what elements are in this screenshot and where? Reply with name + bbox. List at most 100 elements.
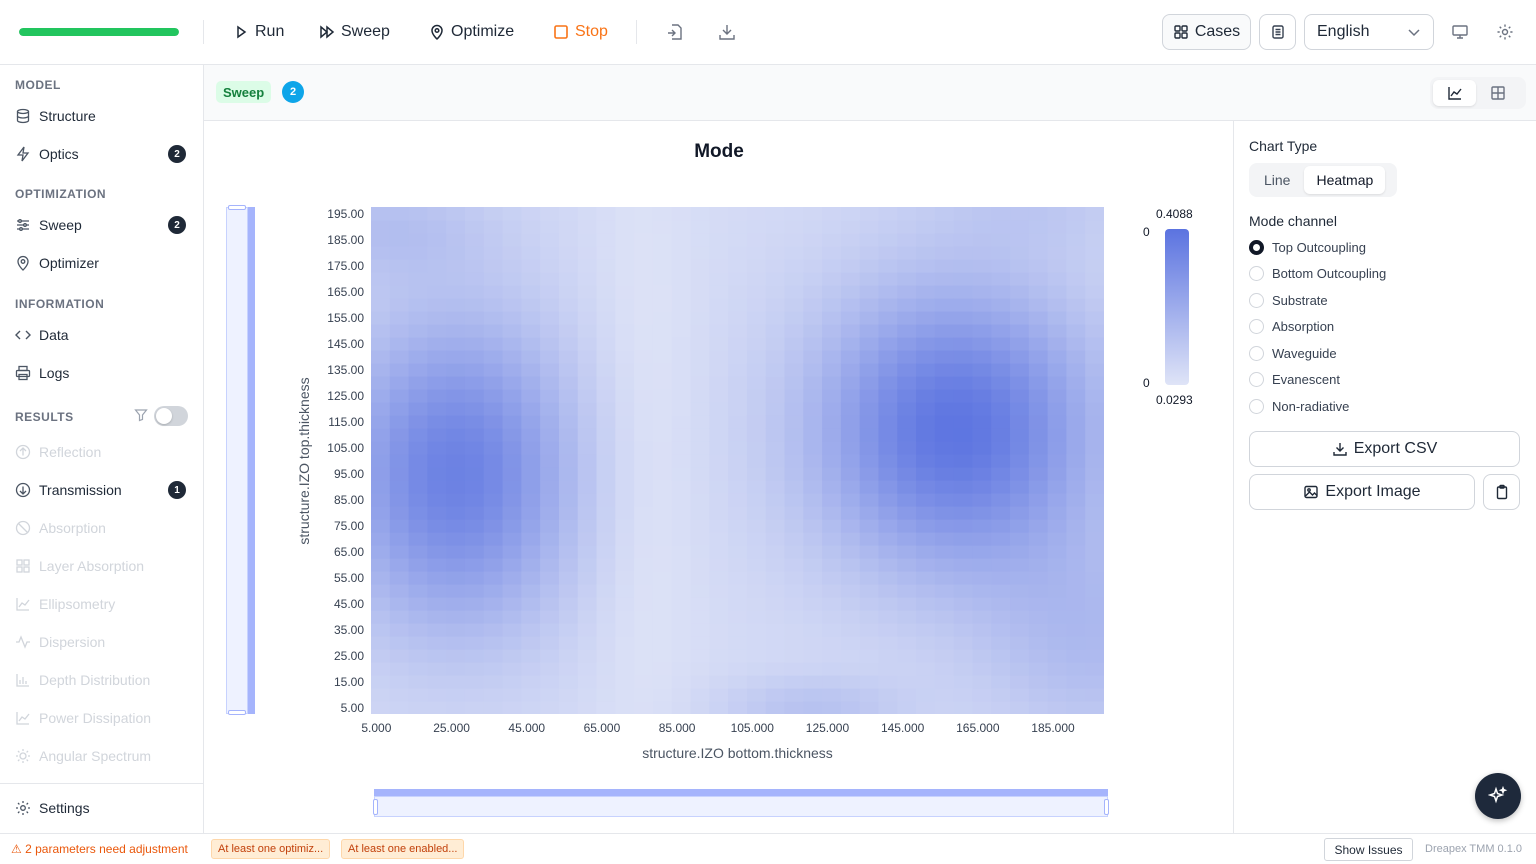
heatmap-cell (577, 701, 598, 714)
heatmap-cell (991, 480, 1011, 494)
sidebar-item-structure[interactable]: Structure (15, 102, 190, 130)
radio-button[interactable] (1249, 239, 1264, 255)
mode-channel-option[interactable]: Waveguide (1249, 343, 1337, 363)
heatmap-cell (596, 701, 616, 714)
sidebar-item-label: Optimizer (39, 255, 99, 271)
heatmap-cell (897, 532, 917, 546)
stop-button[interactable]: Stop (553, 18, 608, 46)
cases-button[interactable]: Cases (1162, 14, 1251, 50)
radio-button[interactable] (1249, 292, 1264, 308)
mode-channel-option[interactable]: Evanescent (1249, 370, 1340, 390)
y-zoom-handle-bottom[interactable] (228, 710, 246, 715)
heatmap-cell (784, 415, 804, 429)
heatmap-cell (972, 441, 992, 455)
heatmap-cell (671, 246, 692, 260)
radio-button[interactable] (1249, 345, 1264, 361)
filter-icon[interactable] (134, 408, 148, 422)
heatmap-cell (765, 246, 786, 260)
sidebar-item-optics[interactable]: Optics 2 (15, 140, 190, 168)
heatmap-cell (709, 376, 729, 390)
display-button[interactable] (1448, 20, 1472, 44)
chart-view-button[interactable] (1433, 80, 1476, 106)
heatmap-cell (765, 662, 786, 676)
colorbar[interactable] (1165, 229, 1189, 385)
settings-gear-button[interactable] (1493, 20, 1517, 44)
export-csv-button[interactable]: Export CSV (1249, 431, 1520, 467)
table-view-button[interactable] (1476, 80, 1519, 106)
ai-assistant-button[interactable] (1475, 773, 1521, 819)
mode-channel-option[interactable]: Top Outcoupling (1249, 237, 1366, 257)
y-zoom-grip[interactable] (248, 455, 253, 465)
x-zoom-range (374, 789, 1108, 796)
radio-button[interactable] (1249, 319, 1264, 334)
sidebar-item-settings[interactable]: Settings (15, 794, 190, 822)
x-zoom-slider[interactable] (373, 789, 1109, 817)
heatmap-cell (615, 454, 635, 468)
sidebar-item-transmission[interactable]: Transmission 1 (15, 476, 190, 504)
x-zoom-handle-left[interactable] (373, 799, 378, 815)
radio-button[interactable] (1249, 266, 1264, 281)
heatmap-cell (690, 701, 710, 714)
run-button[interactable]: Run (233, 18, 284, 46)
radio-button[interactable] (1249, 372, 1264, 387)
radio-button[interactable] (1249, 398, 1264, 414)
chart-type-heatmap[interactable]: Heatmap (1304, 166, 1386, 194)
heatmap-cell (427, 350, 447, 364)
ban-icon (15, 520, 31, 536)
sidebar-item-ellipsometry: Ellipsometry (15, 590, 190, 618)
mode-channel-option[interactable]: Absorption (1249, 317, 1334, 337)
heatmap-cell (972, 324, 992, 338)
language-select[interactable]: English (1304, 14, 1434, 50)
import-button[interactable] (663, 20, 687, 44)
heatmap-cell (634, 610, 654, 624)
heatmap-cell (389, 454, 410, 468)
notes-button[interactable] (1259, 14, 1296, 50)
heatmap-cell (540, 649, 560, 663)
heatmap-cell (427, 623, 447, 637)
heatmap-cell (1010, 259, 1030, 273)
x-zoom-handle-right[interactable] (1104, 799, 1109, 815)
heatmap-cell (690, 272, 710, 286)
heatmap-cell (371, 246, 391, 260)
heatmap-cell (446, 415, 466, 429)
chart-type-line[interactable]: Line (1252, 166, 1302, 194)
table-icon (1490, 86, 1505, 100)
sidebar-item-optimizer[interactable]: Optimizer (15, 249, 190, 277)
download-button[interactable] (715, 20, 739, 44)
results-filter-toggle[interactable] (154, 406, 188, 426)
heatmap-cell (652, 350, 673, 364)
sweep-button[interactable]: Sweep (319, 18, 390, 46)
heatmap-cell (972, 467, 992, 481)
heatmap-cell (1047, 415, 1068, 429)
y-zoom-handle-top[interactable] (228, 205, 246, 210)
warning-message[interactable]: ⚠ 2 parameters need adjustment (11, 842, 188, 856)
badge: 2 (168, 145, 186, 163)
sidebar-item-sweep[interactable]: Sweep 2 (15, 211, 190, 239)
sidebar-item-data[interactable]: Data (15, 321, 190, 349)
heatmap-cell (1085, 545, 1104, 559)
heatmap-cell (540, 350, 560, 364)
issue-chip[interactable]: At least one optimiz... (211, 839, 331, 859)
show-issues-button[interactable]: Show Issues (1324, 838, 1413, 861)
export-image-button[interactable]: Export Image (1249, 474, 1475, 510)
mode-channel-option[interactable]: Substrate (1249, 290, 1328, 310)
optimize-button[interactable]: Optimize (429, 18, 514, 46)
issue-chip[interactable]: At least one enabled... (341, 839, 465, 859)
copy-to-clipboard-button[interactable] (1483, 474, 1520, 510)
y-zoom-slider[interactable] (226, 205, 255, 715)
heatmap-cell (1010, 506, 1030, 520)
heatmap-cell (1047, 467, 1068, 481)
heatmap-cell (652, 662, 673, 676)
mode-channel-option[interactable]: Non-radiative (1249, 396, 1349, 416)
heatmap-cell (690, 246, 710, 260)
heatmap-cell (991, 363, 1011, 377)
mode-channel-option[interactable]: Bottom Outcoupling (1249, 264, 1386, 284)
heatmap-cell (634, 350, 654, 364)
heatmap-cell (765, 428, 786, 442)
heatmap-cell (1066, 298, 1086, 312)
sidebar-item-logs[interactable]: Logs (15, 359, 190, 387)
heatmap-plot[interactable] (371, 207, 1104, 714)
heatmap-cell (822, 389, 842, 403)
heatmap-cell (558, 688, 579, 702)
heatmap-cell (746, 402, 767, 416)
